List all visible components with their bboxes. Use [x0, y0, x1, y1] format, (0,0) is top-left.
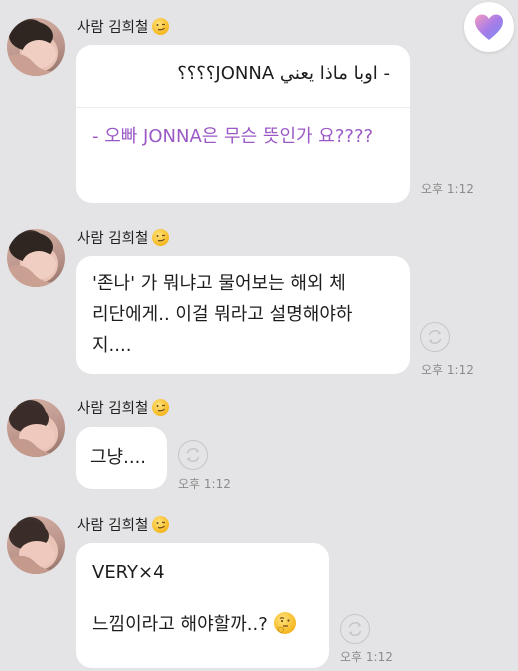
- message-original-text: - اوبا ماذا يعني JONNA؟؟؟؟: [177, 63, 390, 84]
- avatar[interactable]: [7, 18, 65, 76]
- message-time: 오후 1:12: [421, 182, 474, 196]
- sender-name: 사람 김희철: [77, 16, 170, 37]
- smirk-emoji-icon: [152, 229, 170, 246]
- smirk-emoji-icon: [152, 516, 170, 533]
- message-bubble[interactable]: 그냥....: [76, 427, 167, 489]
- message-bubble[interactable]: '존나' 가 뭐냐고 물어보는 해외 체 리단에게.. 이걸 뭐라고 설명해야하…: [76, 256, 410, 374]
- message-text-line: '존나' 가 뭐냐고 물어보는 해외 체: [92, 273, 346, 294]
- message-text-line: 리단에게.. 이걸 뭐라고 설명해야하: [92, 304, 353, 325]
- message-time: 오후 1:12: [421, 363, 474, 377]
- message-text-line: 지....: [92, 335, 132, 356]
- avatar[interactable]: [7, 516, 65, 574]
- message-text-line: VERY×4: [92, 562, 165, 583]
- message-bubble[interactable]: VERY×4 느낌이라고 해야할까..?: [76, 543, 329, 668]
- message-text: 그냥....: [90, 447, 147, 468]
- message-translated-text: - 오빠 JONNA은 무슨 뜻인가 요????: [92, 126, 374, 147]
- avatar[interactable]: [7, 229, 65, 287]
- message-time: 오후 1:12: [178, 477, 231, 491]
- sender-name: 사람 김희철: [77, 227, 170, 248]
- heart-icon: [475, 14, 503, 40]
- translate-icon[interactable]: [340, 614, 370, 644]
- translate-icon[interactable]: [420, 322, 450, 352]
- translation-divider: [76, 107, 410, 108]
- smirk-emoji-icon: [152, 18, 170, 35]
- thinking-face-emoji-icon: [273, 612, 296, 634]
- avatar[interactable]: [7, 399, 65, 457]
- sender-name: 사람 김희철: [77, 514, 170, 535]
- sender-name: 사람 김희철: [77, 397, 170, 418]
- message-bubble[interactable]: - اوبا ماذا يعني JONNA؟؟؟؟ - 오빠 JONNA은 무…: [76, 45, 410, 203]
- favorite-button[interactable]: [464, 2, 514, 52]
- translate-icon[interactable]: [178, 440, 208, 470]
- smirk-emoji-icon: [152, 399, 170, 416]
- message-time: 오후 1:12: [340, 650, 393, 664]
- message-text-line: 느낌이라고 해야할까..?: [92, 609, 313, 640]
